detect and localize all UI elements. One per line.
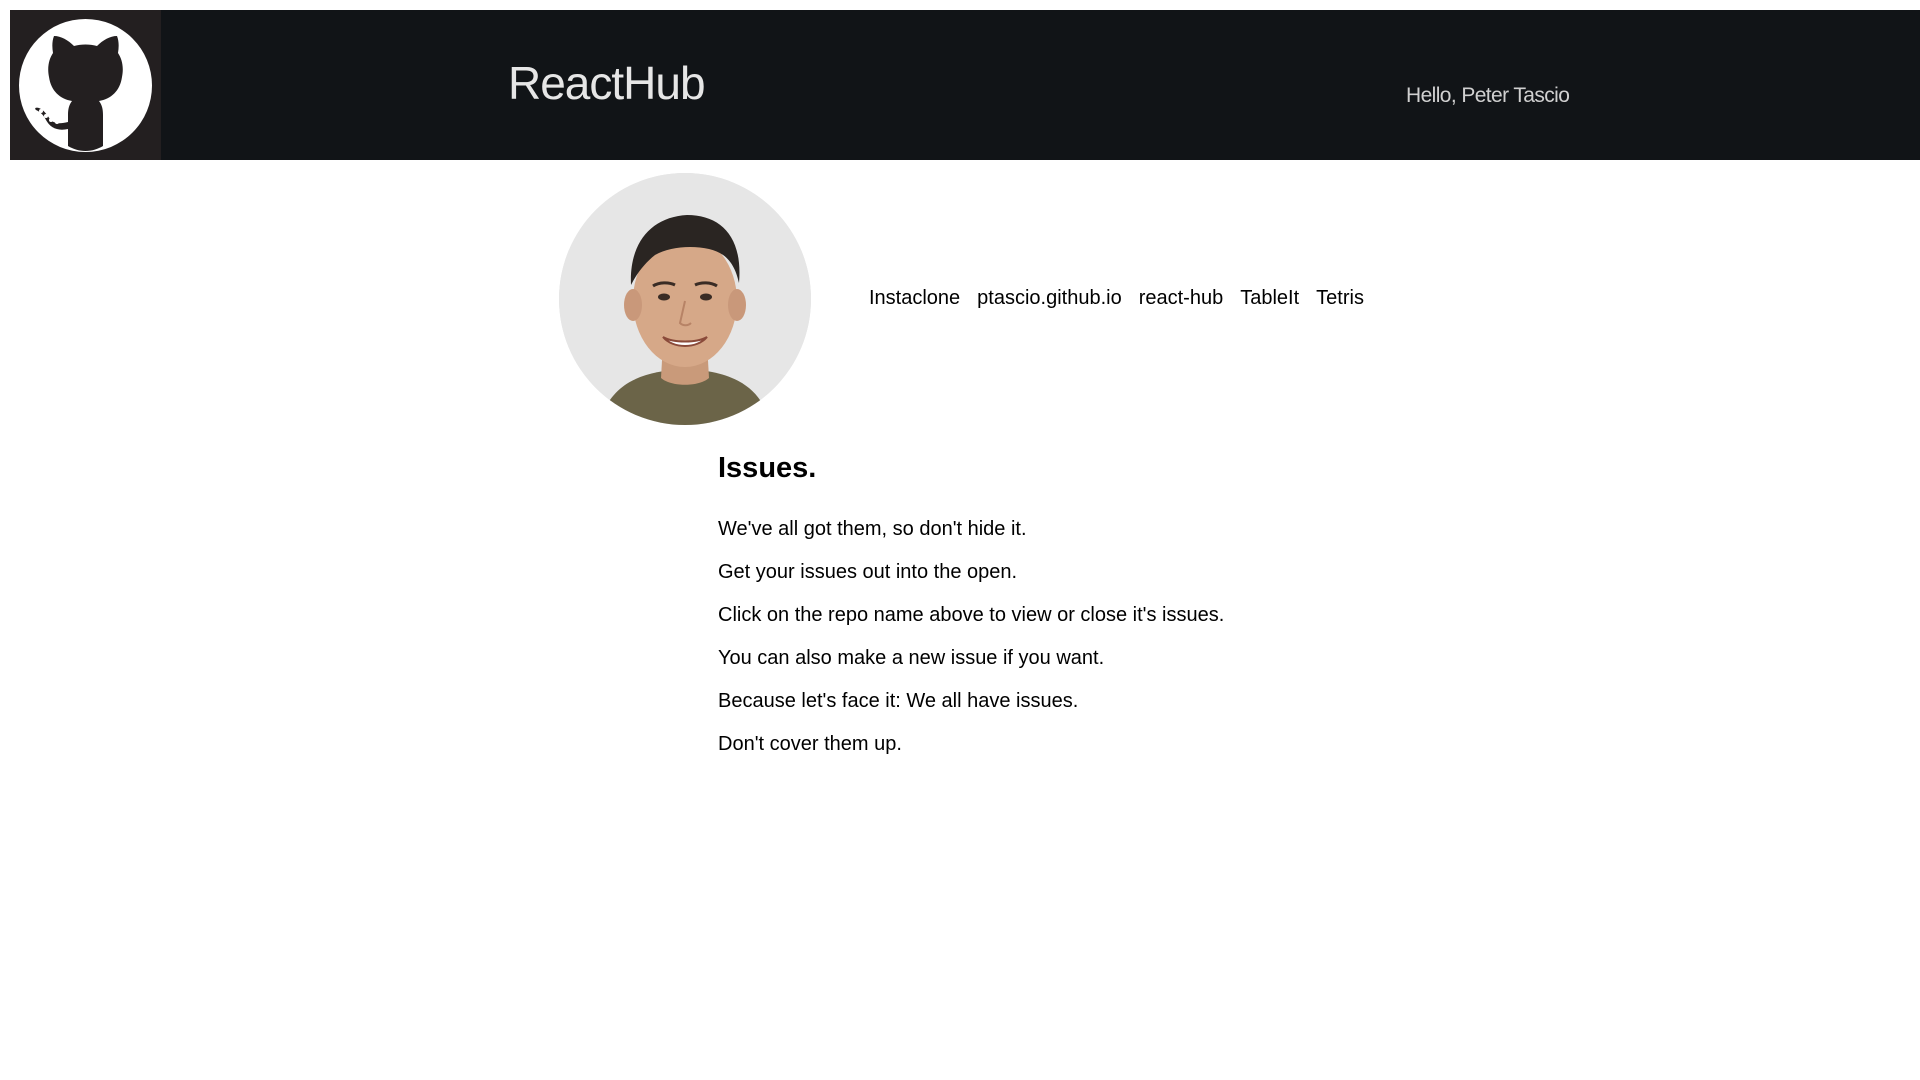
user-greeting: Hello, Peter Tascio <box>1406 84 1570 107</box>
issues-line: You can also make a new issue if you wan… <box>718 647 1105 669</box>
issues-line: We've all got them, so don't hide it. <box>718 518 1027 540</box>
github-octocat-icon <box>19 19 152 152</box>
user-avatar-photo <box>559 173 811 425</box>
app-title: ReactHub <box>508 57 706 109</box>
repo-nav: Instaclone ptascio.github.io react-hub T… <box>869 288 1364 308</box>
avatar <box>559 173 811 425</box>
page: ReactHub Hello, Peter Tascio Instaclone … <box>0 0 1920 1080</box>
issues-line: Because let's face it: We all have issue… <box>718 690 1079 712</box>
issues-line: Get your issues out into the open. <box>718 561 1018 583</box>
github-logo[interactable] <box>10 10 161 160</box>
app-header: ReactHub Hello, Peter Tascio <box>10 10 1920 160</box>
issues-line: Click on the repo name above to view or … <box>718 604 1225 626</box>
issues-line: Don't cover them up. <box>718 733 902 755</box>
repo-link-tetris[interactable]: Tetris <box>1316 288 1364 308</box>
repo-link-react-hub[interactable]: react-hub <box>1139 288 1224 308</box>
repo-link-instaclone[interactable]: Instaclone <box>869 288 960 308</box>
issues-intro: Issues. We've all got them, so don't hid… <box>718 450 1478 766</box>
issues-heading: Issues. <box>718 452 817 484</box>
repo-link-ptascio-github-io[interactable]: ptascio.github.io <box>977 288 1122 308</box>
repo-link-tableit[interactable]: TableIt <box>1240 288 1299 308</box>
